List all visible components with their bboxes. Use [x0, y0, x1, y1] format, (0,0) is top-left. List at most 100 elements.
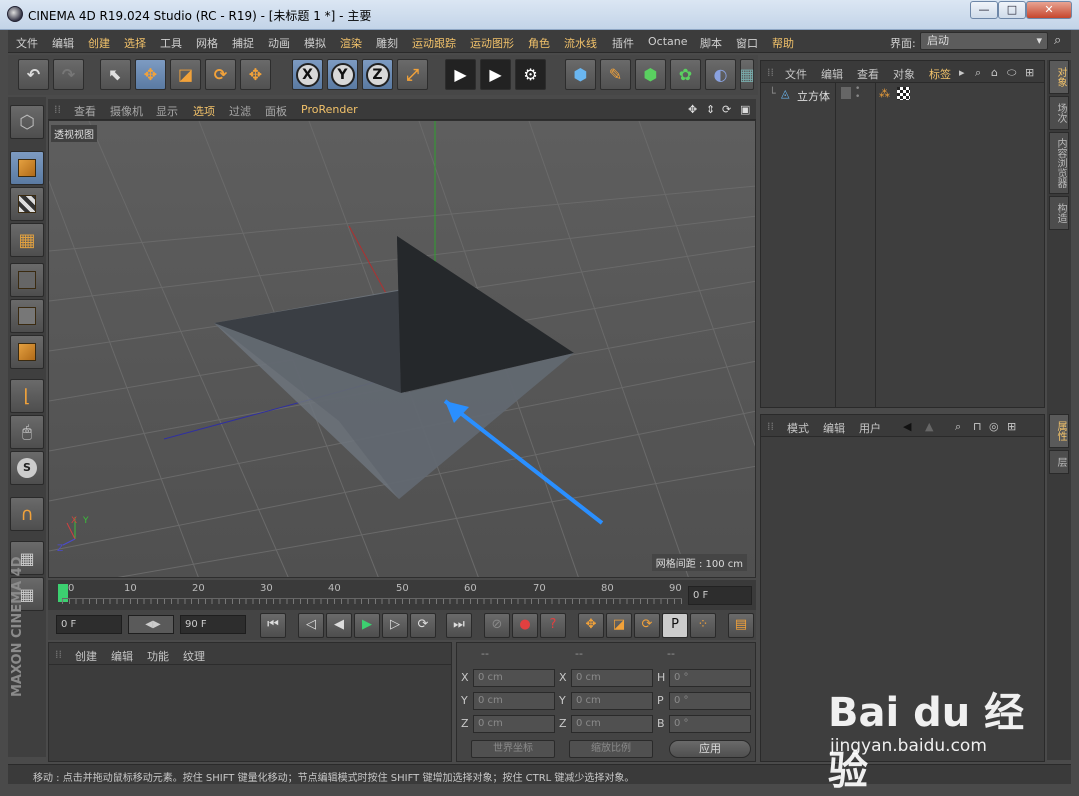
model-mode-icon[interactable] [10, 151, 44, 185]
layout-dropdown[interactable]: 启动 ▾ [920, 32, 1048, 50]
menu-file[interactable]: 文件 [16, 35, 38, 51]
apply-button[interactable]: 应用 [669, 740, 751, 758]
polygons-mode-icon[interactable] [10, 335, 44, 369]
menu-edit[interactable]: 编辑 [52, 35, 74, 51]
previous-key-icon[interactable]: ◁ [298, 613, 324, 638]
object-menu-view[interactable]: 查看 [857, 66, 879, 82]
viewport-menu-camera[interactable]: 摄像机 [110, 103, 143, 119]
object-row-cube[interactable]: └ ◬ 立方体 • • ⁂ [761, 85, 1046, 105]
tab-attributes[interactable]: 属性 [1049, 414, 1069, 448]
workplane-mode-icon[interactable]: ▦ [10, 223, 44, 257]
menu-snap[interactable]: 捕捉 [232, 35, 254, 51]
go-to-start-icon[interactable]: ⏮ [260, 613, 286, 638]
texture-mode-icon[interactable] [10, 187, 44, 221]
move-tool-icon[interactable]: ✥ [135, 59, 166, 90]
size-x-field[interactable]: 0 cm [571, 669, 653, 687]
viewport-menu-panel[interactable]: 面板 [265, 103, 287, 119]
object-menu-objects[interactable]: 对象 [893, 66, 915, 82]
back-arrow-icon[interactable]: ◀ [903, 420, 911, 433]
attribute-menu-edit[interactable]: 编辑 [823, 420, 845, 436]
key-pla-icon[interactable]: ⁘ [690, 613, 716, 638]
size-z-field[interactable]: 0 cm [571, 715, 653, 733]
rotate-tool-icon[interactable]: ⟳ [205, 59, 236, 90]
tab-content-browser[interactable]: 内容浏览器 [1049, 132, 1069, 194]
object-menu-edit[interactable]: 编辑 [821, 66, 843, 82]
keyframe-disabled-icon[interactable]: ⊘ [484, 613, 510, 638]
next-frame-icon[interactable]: ▷ [382, 613, 408, 638]
visibility-dots-icon[interactable]: • • [855, 85, 860, 102]
key-parameter-icon[interactable]: P [662, 613, 688, 638]
texture-tag-icon[interactable] [897, 87, 910, 100]
snap-icon[interactable]: S [10, 451, 44, 485]
key-rotation-icon[interactable]: ⟳ [634, 613, 660, 638]
scale-tool-icon[interactable]: ◪ [170, 59, 201, 90]
edges-mode-icon[interactable] [10, 299, 44, 333]
floor-icon[interactable]: ▦ [739, 59, 755, 90]
y-axis-lock-button[interactable]: Y [327, 59, 358, 90]
render-settings-icon[interactable]: ⚙ [515, 59, 546, 90]
recent-tool-icon[interactable]: ✥ [240, 59, 271, 90]
search-icon[interactable]: ⌕ [975, 66, 981, 80]
z-axis-lock-button[interactable]: Z [362, 59, 393, 90]
new-panel-icon[interactable]: ⊞ [1025, 66, 1034, 79]
target-icon[interactable]: ◎ [989, 420, 999, 433]
points-mode-icon[interactable] [10, 263, 44, 297]
tab-takes[interactable]: 场次 [1049, 96, 1069, 130]
scale-mode-dropdown[interactable]: 缩放比例 [569, 740, 653, 758]
timeline-ruler[interactable]: 0 10 20 30 40 50 60 70 80 90 0 F [48, 580, 756, 610]
filter-icon[interactable]: ⬭ [1007, 66, 1016, 80]
menu-tools[interactable]: 工具 [160, 35, 182, 51]
material-menu-texture[interactable]: 纹理 [183, 648, 205, 664]
undo-icon[interactable]: ↶ [18, 59, 49, 90]
pos-x-field[interactable]: 0 cm [473, 669, 555, 687]
viewport-menu-options[interactable]: 选项 [193, 103, 215, 119]
menu-select[interactable]: 选择 [124, 35, 146, 51]
previous-frame-icon[interactable]: ◀ [326, 613, 352, 638]
phong-tag-icon[interactable]: ⁂ [879, 87, 890, 100]
key-scale-icon[interactable]: ◪ [606, 613, 632, 638]
close-button[interactable]: ✕ [1026, 1, 1072, 19]
record-active-icon[interactable]: ● [512, 613, 538, 638]
axis-mode-icon[interactable]: ⌊ [10, 379, 44, 413]
home-icon[interactable]: ⌂ [991, 66, 998, 79]
subdivision-icon[interactable]: ⬢ [635, 59, 666, 90]
start-frame-field[interactable]: 0 F [56, 615, 122, 634]
orbit-icon[interactable]: ⟳ [722, 103, 731, 116]
menu-mograph[interactable]: 运动图形 [470, 35, 514, 51]
menu-create[interactable]: 创建 [88, 35, 110, 51]
object-name[interactable]: 立方体 [797, 88, 830, 104]
cloner-icon[interactable]: ✿ [670, 59, 701, 90]
maximize-view-icon[interactable]: ▣ [740, 103, 750, 116]
timeline-window-icon[interactable]: ▤ [728, 613, 754, 638]
tab-structure[interactable]: 构造 [1049, 196, 1069, 230]
x-axis-lock-button[interactable]: X [292, 59, 323, 90]
search-icon[interactable]: ⌕ [955, 420, 961, 434]
next-key-icon[interactable]: ⟳ [410, 613, 436, 638]
menu-octane[interactable]: Octane [648, 35, 688, 48]
pos-z-field[interactable]: 0 cm [473, 715, 555, 733]
viewport-menu-filter[interactable]: 过滤 [229, 103, 251, 119]
menu-render[interactable]: 渲染 [340, 35, 362, 51]
menu-plugins[interactable]: 插件 [612, 35, 634, 51]
autokey-icon[interactable]: ? [540, 613, 566, 638]
rot-b-field[interactable]: 0 ° [669, 715, 751, 733]
tab-objects[interactable]: 对象 [1049, 60, 1069, 94]
coordinate-system-icon[interactable]: ⤢ [397, 59, 428, 90]
end-frame-field[interactable]: 90 F [180, 615, 246, 634]
tab-layers[interactable]: 层 [1049, 450, 1069, 474]
cube-object-icon[interactable]: ⬢ [565, 59, 596, 90]
rot-h-field[interactable]: 0 ° [669, 669, 751, 687]
redo-icon[interactable]: ↷ [53, 59, 84, 90]
menu-script[interactable]: 脚本 [700, 35, 722, 51]
range-slider[interactable]: ◀▶ [128, 615, 174, 634]
current-frame-field[interactable]: 0 F [688, 586, 752, 605]
live-select-icon[interactable]: ⬉ [100, 59, 131, 90]
play-icon[interactable]: ▶ [354, 613, 380, 638]
tweak-mode-icon[interactable]: 🖱 [10, 415, 44, 449]
world-coordinates-dropdown[interactable]: 世界坐标 [471, 740, 555, 758]
go-to-end-icon[interactable]: ⏭ [446, 613, 472, 638]
magnet-icon[interactable]: ∩ [10, 497, 44, 531]
render-view-icon[interactable]: ▶ [445, 59, 476, 90]
attribute-menu-user[interactable]: 用户 [859, 420, 881, 436]
menu-motion-tracking[interactable]: 运动跟踪 [412, 35, 456, 51]
